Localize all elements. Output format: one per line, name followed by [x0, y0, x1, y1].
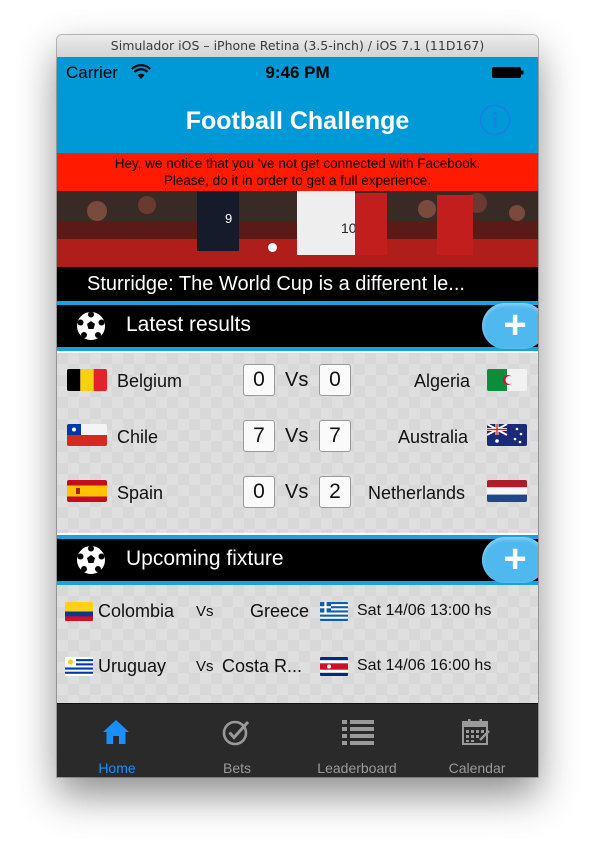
latest-results-header: Latest results + [57, 301, 538, 351]
away-team: Australia [398, 427, 469, 447]
vs-label: Vs [285, 481, 309, 503]
plus-icon: + [503, 303, 527, 347]
vs-label: Vs [196, 658, 214, 675]
info-icon[interactable] [479, 104, 511, 136]
tab-calendar[interactable]: Calendar [417, 704, 537, 777]
upcoming-fixture-list: Colombia Vs Greece Sat 14/06 13:00 hs Ur… [57, 585, 538, 703]
iphone-screen: Carrier 9:46 PM Football Challenge Hey, … [57, 57, 538, 777]
tab-leaderboard-label: Leaderboard [317, 760, 397, 776]
upcoming-fixture-add-button[interactable]: + [482, 537, 538, 583]
vs-label: Vs [285, 425, 309, 447]
svg-text:9: 9 [225, 211, 232, 226]
chile-flag-icon [67, 424, 107, 446]
home-team: Colombia [98, 601, 175, 621]
facebook-notice-line2: Please, do it in order to get a full exp… [163, 173, 432, 188]
latest-results-add-button[interactable]: + [482, 303, 538, 349]
home-score: 7 [243, 420, 275, 452]
away-team: Netherlands [368, 483, 466, 503]
tab-home-label: Home [98, 760, 136, 776]
svg-text:10: 10 [341, 220, 357, 236]
tab-leaderboard[interactable]: Leaderboard [297, 704, 417, 777]
home-score: 0 [243, 476, 275, 508]
tab-calendar-label: Calendar [448, 760, 506, 776]
news-headline[interactable]: Sturridge: The World Cup is a different … [57, 267, 538, 301]
belgium-flag-icon [67, 369, 107, 391]
result-row[interactable]: Chile 7 Vs 7 Australia [57, 417, 538, 457]
upcoming-fixture-title: Upcoming fixture [126, 547, 284, 570]
vs-label: Vs [285, 369, 309, 391]
home-team: Spain [117, 483, 164, 503]
home-icon [103, 720, 129, 744]
soccer-ball-icon [76, 545, 106, 575]
tab-home[interactable]: Home [57, 704, 177, 777]
spain-flag-icon [67, 480, 107, 502]
colombia-flag-icon [65, 602, 93, 621]
clock: 9:46 PM [265, 63, 330, 82]
tab-bets-label: Bets [222, 760, 251, 776]
australia-flag-icon [487, 424, 527, 446]
tab-bar: Home Bets Leaderboard Calendar [57, 703, 538, 777]
home-team: Uruguay [98, 656, 167, 676]
facebook-notice-line1: Hey, we notice that you 've not get conn… [114, 156, 481, 171]
result-row[interactable]: Spain 0 Vs 2 Netherlands [57, 473, 538, 513]
greece-flag-icon [320, 602, 348, 621]
costa-rica-flag-icon [320, 657, 348, 676]
upcoming-fixture-header: Upcoming fixture + [57, 535, 538, 585]
result-row[interactable]: Belgium 0 Vs 0 Algeria [57, 361, 538, 401]
home-score: 0 [243, 364, 275, 396]
facebook-notice[interactable]: Hey, we notice that you 've not get conn… [57, 153, 538, 191]
soccer-ball-icon [76, 311, 106, 341]
news-photo: 9 10 [57, 191, 538, 267]
fixture-row[interactable]: Colombia Vs Greece Sat 14/06 13:00 hs [57, 597, 538, 627]
simulator-window: Simulador iOS – iPhone Retina (3.5-inch)… [57, 35, 538, 777]
tab-bets[interactable]: Bets [177, 704, 297, 777]
latest-results-list: Belgium 0 Vs 0 Algeria Chile 7 Vs 7 Aust… [57, 353, 538, 533]
fixture-row[interactable]: Uruguay Vs Costa R... Sat 14/06 16:00 hs [57, 652, 538, 682]
app-title: Football Challenge [185, 107, 410, 135]
away-score: 2 [319, 476, 351, 508]
plus-icon: + [503, 537, 527, 581]
fixture-date: Sat 14/06 16:00 hs [357, 657, 492, 674]
away-score: 0 [319, 364, 351, 396]
algeria-flag-icon [487, 369, 527, 391]
netherlands-flag-icon [487, 480, 527, 502]
away-team: Algeria [414, 371, 471, 391]
vs-label: Vs [196, 603, 214, 620]
carousel-indicator-dot[interactable] [268, 243, 277, 252]
uruguay-flag-icon [65, 657, 93, 676]
status-bar: Carrier 9:46 PM [57, 57, 538, 87]
away-score: 7 [319, 420, 351, 452]
window-title: Simulador iOS – iPhone Retina (3.5-inch)… [57, 35, 538, 58]
fixture-date: Sat 14/06 13:00 hs [357, 602, 492, 619]
list-icon [342, 720, 374, 745]
nav-bar: Football Challenge [57, 87, 538, 153]
home-team: Belgium [117, 371, 183, 391]
battery-icon [492, 67, 524, 78]
away-team: Costa R... [222, 656, 303, 676]
home-team: Chile [117, 427, 159, 447]
checkmark-icon [222, 720, 250, 746]
away-team: Greece [250, 601, 310, 621]
calendar-icon [462, 719, 490, 745]
news-carousel[interactable]: 9 10 [57, 191, 538, 267]
latest-results-title: Latest results [126, 313, 251, 336]
